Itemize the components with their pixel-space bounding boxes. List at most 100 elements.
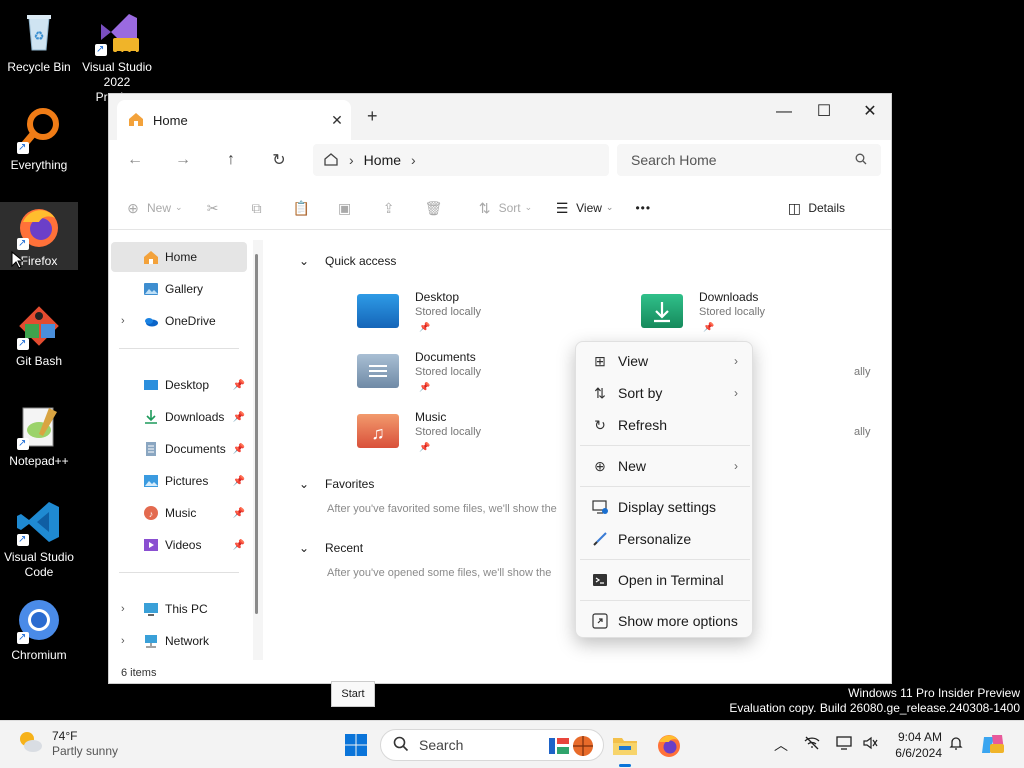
display-settings-icon: [592, 499, 608, 515]
context-menu-sort-by[interactable]: ⇅ Sort by ›: [580, 377, 750, 409]
copy-button[interactable]: ⧉: [249, 200, 271, 216]
sidebar-item-pictures[interactable]: Pictures 📌: [111, 466, 247, 496]
desktop-icon-visual-studio[interactable]: PRE Visual Studio 2022 Preview: [78, 8, 156, 105]
new-button[interactable]: ⊕ New ⌄: [125, 200, 182, 216]
clock-date: 6/6/2024: [895, 746, 942, 760]
taskbar-firefox[interactable]: [655, 731, 683, 759]
taskbar-search[interactable]: Search: [380, 729, 604, 761]
pin-icon[interactable]: 📌: [233, 508, 245, 519]
sidebar-item-network[interactable]: › Network: [111, 626, 247, 656]
delete-button[interactable]: 🗑: [425, 200, 447, 216]
forward-button[interactable]: →: [159, 151, 207, 169]
sidebar-item-music[interactable]: ♪ Music 📌: [111, 498, 247, 528]
desktop-icon-recycle-bin[interactable]: ♻ Recycle Bin: [0, 8, 78, 75]
notification-bell-icon[interactable]: [948, 735, 964, 754]
sidebar-item-onedrive[interactable]: › OneDrive: [111, 306, 247, 336]
start-button[interactable]: [344, 733, 368, 757]
details-label: Details: [808, 200, 845, 215]
back-button[interactable]: ←: [111, 151, 159, 169]
sidebar-item-documents[interactable]: Documents 📌: [111, 434, 247, 464]
system-clock[interactable]: 9:04 AM 6/6/2024: [890, 729, 942, 761]
sidebar-item-gallery[interactable]: Gallery: [111, 274, 247, 304]
tab-home[interactable]: Home ✕: [117, 100, 351, 140]
view-grid-icon: ⊞: [594, 353, 606, 369]
maximize-button[interactable]: ☐: [801, 98, 847, 126]
context-menu-separator: [580, 559, 750, 560]
desktop-icon-everything[interactable]: Everything: [0, 106, 78, 173]
svg-text:♫: ♫: [371, 423, 385, 443]
rename-button[interactable]: ▣: [337, 200, 359, 216]
menu-item-label: View: [618, 353, 649, 369]
new-tab-button[interactable]: +: [367, 106, 378, 127]
sidebar-item-this-pc[interactable]: › This PC: [111, 594, 247, 624]
context-menu-new[interactable]: ⊕ New ›: [580, 450, 750, 482]
favorites-header[interactable]: ⌄ Favorites: [295, 477, 374, 491]
taskbar-file-explorer[interactable]: [611, 731, 639, 767]
weather-temperature: 74°F: [52, 728, 78, 743]
quick-access-documents[interactable]: Documents Stored locally 📌: [357, 350, 577, 402]
sort-button[interactable]: ⇅ Sort ⌄: [477, 200, 532, 216]
paste-button[interactable]: 📋: [293, 200, 315, 216]
refresh-button[interactable]: ↻: [255, 150, 303, 170]
view-button[interactable]: ☰ View ⌄: [554, 200, 614, 216]
copilot-icon[interactable]: [980, 731, 1006, 760]
address-bar[interactable]: › Home ›: [313, 144, 609, 176]
desktop-icon-chromium[interactable]: Chromium: [0, 596, 78, 663]
pin-icon[interactable]: 📌: [233, 412, 245, 423]
context-menu-personalize[interactable]: Personalize: [580, 523, 750, 555]
close-window-button[interactable]: ✕: [847, 98, 891, 126]
context-menu-refresh[interactable]: ↻ Refresh: [580, 409, 750, 441]
network-disconnected-icon[interactable]: [804, 735, 820, 754]
view-label: View: [576, 200, 602, 215]
status-bar-item-count: 6 items: [121, 667, 157, 679]
sidebar-item-home[interactable]: Home: [111, 242, 247, 272]
context-menu-open-in-terminal[interactable]: Open in Terminal: [580, 564, 750, 596]
context-menu-display-settings[interactable]: Display settings: [580, 491, 750, 523]
volume-icon[interactable]: [862, 735, 878, 754]
search-input[interactable]: Search Home: [631, 152, 717, 168]
quick-access-downloads[interactable]: Downloads Stored locally 📌: [641, 290, 861, 342]
weather-widget[interactable]: 74°F Partly sunny: [16, 728, 118, 759]
everything-search-icon: [15, 106, 63, 155]
share-button[interactable]: ⇪: [381, 200, 403, 216]
close-tab-icon[interactable]: ✕: [323, 112, 351, 129]
personalize-brush-icon: [592, 531, 608, 547]
chevron-right-icon[interactable]: ›: [121, 315, 125, 327]
pin-icon[interactable]: 📌: [233, 476, 245, 487]
pin-icon[interactable]: 📌: [233, 380, 245, 391]
cut-button[interactable]: ✂: [205, 200, 227, 216]
vscode-icon: [15, 498, 63, 547]
quick-access-desktop[interactable]: Desktop Stored locally 📌: [357, 290, 577, 342]
sidebar-scrollbar[interactable]: [255, 254, 258, 614]
breadcrumb-chevron-icon[interactable]: ›: [411, 152, 416, 168]
desktop-icon-git-bash[interactable]: Git Bash: [0, 302, 78, 369]
pin-icon[interactable]: 📌: [233, 444, 245, 455]
chevron-right-icon[interactable]: ›: [121, 603, 125, 615]
pin-icon[interactable]: 📌: [233, 540, 245, 551]
chevron-right-icon[interactable]: ›: [121, 635, 125, 647]
item-name: Desktop: [415, 290, 460, 304]
search-box[interactable]: Search Home: [617, 144, 881, 176]
context-menu-view[interactable]: ⊞ View ›: [580, 345, 750, 377]
quick-access-music[interactable]: ♫ Music Stored locally 📌: [357, 410, 577, 462]
desktop-icon-notepad-plus-plus[interactable]: Notepad++: [0, 402, 78, 469]
item-name: Documents: [415, 350, 476, 364]
context-menu-show-more-options[interactable]: Show more options: [580, 605, 750, 637]
partially-hidden-status: ally: [854, 366, 871, 378]
more-options-icon: [592, 613, 608, 629]
desktop-icon-vscode[interactable]: Visual Studio Code: [0, 498, 78, 580]
more-options-button[interactable]: •••: [635, 201, 651, 215]
command-bar: ⊕ New ⌄ ✂ ⧉ 📋 ▣ ⇪ 🗑 ⇅ Sort ⌄ ☰ View ⌄ ••…: [109, 186, 891, 230]
sidebar-item-videos[interactable]: Videos 📌: [111, 530, 247, 560]
section-title: Recent: [325, 541, 364, 555]
details-pane-button[interactable]: ◫ Details: [786, 200, 845, 216]
breadcrumb-home[interactable]: Home: [364, 152, 401, 168]
onedrive-icon: [143, 313, 159, 329]
display-icon[interactable]: [836, 735, 852, 754]
sidebar-item-downloads[interactable]: Downloads 📌: [111, 402, 247, 432]
sidebar-item-desktop[interactable]: Desktop 📌: [111, 370, 247, 400]
quick-access-header[interactable]: ⌄ Quick access: [295, 254, 396, 268]
recent-header[interactable]: ⌄ Recent: [295, 541, 363, 555]
show-hidden-icons-chevron[interactable]: ︿: [774, 735, 788, 755]
up-button[interactable]: ↑: [207, 151, 255, 169]
